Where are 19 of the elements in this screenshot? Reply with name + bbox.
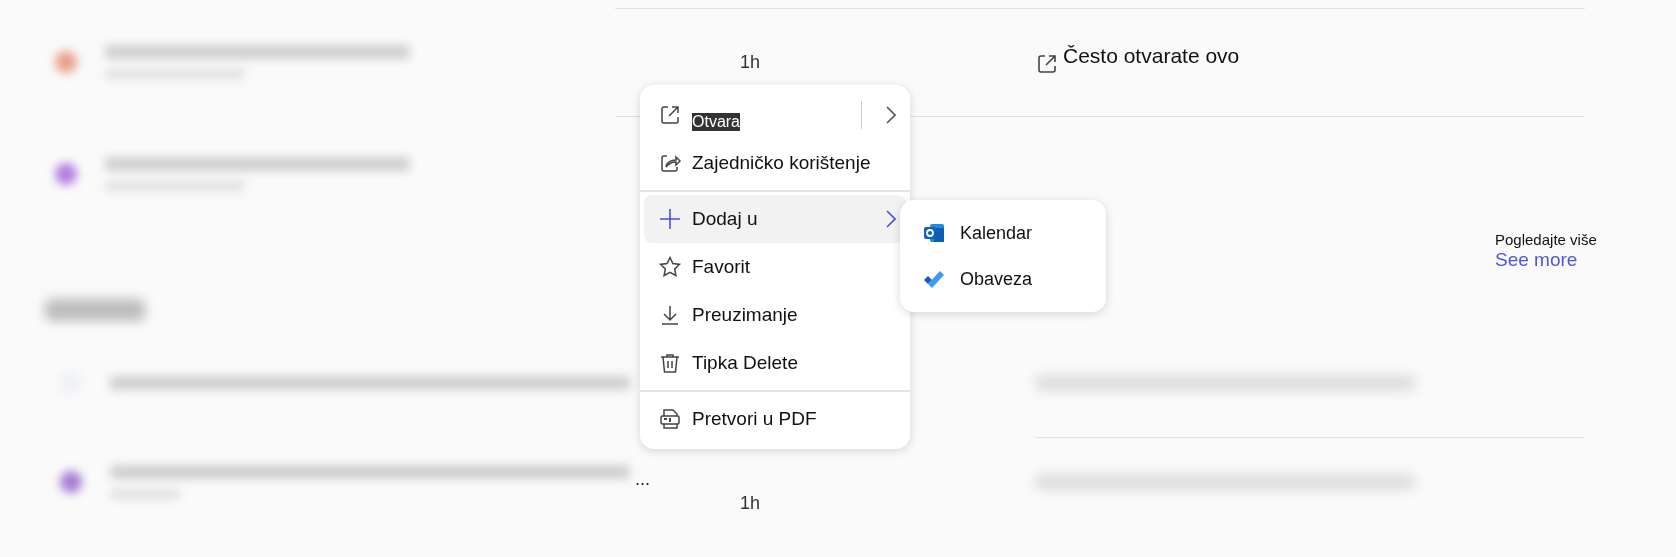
- menu-item[interactable]: Pretvori u PDF: [644, 395, 906, 443]
- menu-item[interactable]: Otvara: [644, 91, 906, 139]
- menu-item[interactable]: Zajedničko korištenje: [644, 139, 906, 187]
- calendar-app-icon: [922, 221, 946, 245]
- time-label: 1h: [740, 492, 761, 514]
- ellipsis: ...: [635, 469, 650, 490]
- plus-icon: [658, 207, 682, 231]
- open-icon: [1035, 52, 1059, 76]
- menu-item[interactable]: Tipka Delete: [644, 339, 906, 387]
- see-more-note: Pogledajte više: [1495, 231, 1597, 249]
- see-more-link[interactable]: See more: [1495, 249, 1597, 272]
- chevron-icon: [886, 210, 896, 228]
- menu-item[interactable]: Dodaj u: [644, 195, 906, 243]
- time-label: 1h: [740, 51, 761, 73]
- trash-icon: [658, 351, 682, 375]
- reason-label: Često otvarate ovo: [1063, 44, 1240, 68]
- open-icon: [658, 103, 682, 127]
- chevron-icon: [886, 106, 896, 124]
- star-icon: [658, 255, 682, 279]
